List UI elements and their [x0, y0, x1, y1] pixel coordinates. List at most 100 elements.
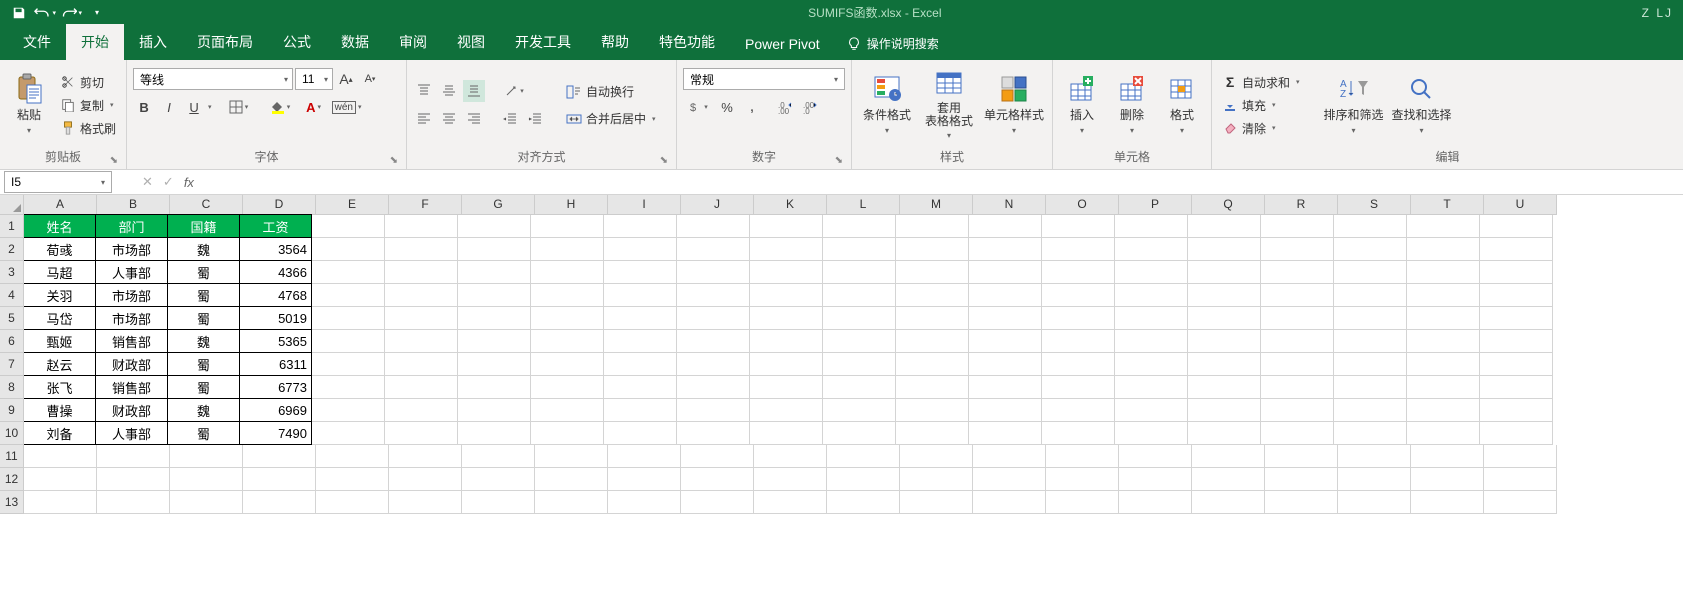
tab-data[interactable]: 数据: [326, 24, 384, 60]
cell[interactable]: 蜀: [167, 375, 240, 399]
cell[interactable]: [823, 330, 896, 353]
increase-font-button[interactable]: A▴: [335, 68, 357, 90]
cell[interactable]: [1115, 353, 1188, 376]
cell[interactable]: [24, 491, 97, 514]
cell[interactable]: [458, 284, 531, 307]
cell[interactable]: [531, 399, 604, 422]
clear-button[interactable]: 清除 ▾: [1218, 118, 1304, 139]
cell[interactable]: [1115, 399, 1188, 422]
cell[interactable]: [969, 353, 1042, 376]
cell[interactable]: [1042, 307, 1115, 330]
row-header[interactable]: 8: [0, 376, 24, 399]
column-header[interactable]: D: [243, 195, 316, 215]
cell[interactable]: [1115, 284, 1188, 307]
cell[interactable]: [316, 468, 389, 491]
cell[interactable]: [458, 215, 531, 238]
cell[interactable]: [1188, 399, 1261, 422]
cell[interactable]: [458, 330, 531, 353]
cell[interactable]: [97, 468, 170, 491]
cell[interactable]: [677, 307, 750, 330]
cell[interactable]: [531, 261, 604, 284]
cell[interactable]: [97, 491, 170, 514]
cell[interactable]: [896, 215, 969, 238]
cell[interactable]: [1334, 215, 1407, 238]
cell[interactable]: [1188, 307, 1261, 330]
cell[interactable]: [896, 261, 969, 284]
cell[interactable]: [1042, 284, 1115, 307]
cell[interactable]: [900, 445, 973, 468]
cell[interactable]: [827, 468, 900, 491]
cell[interactable]: [1046, 468, 1119, 491]
cell[interactable]: 蜀: [167, 283, 240, 307]
cell[interactable]: [750, 399, 823, 422]
cell[interactable]: [316, 491, 389, 514]
cell[interactable]: [389, 468, 462, 491]
cell[interactable]: [677, 422, 750, 445]
tab-help[interactable]: 帮助: [586, 24, 644, 60]
cut-button[interactable]: 剪切: [56, 72, 120, 93]
column-header[interactable]: C: [170, 195, 243, 215]
cell[interactable]: [896, 376, 969, 399]
fill-button[interactable]: 填充 ▾: [1218, 95, 1304, 116]
cell[interactable]: 财政部: [95, 352, 168, 376]
sort-filter-button[interactable]: AZ 排序和筛选▾: [1322, 68, 1386, 143]
cell[interactable]: [1042, 353, 1115, 376]
cell[interactable]: 市场部: [95, 237, 168, 261]
cell[interactable]: 刘备: [24, 421, 96, 445]
cell[interactable]: [1411, 445, 1484, 468]
cell[interactable]: [1192, 491, 1265, 514]
cell[interactable]: [1261, 215, 1334, 238]
select-all-corner[interactable]: [0, 195, 24, 215]
cell[interactable]: [969, 376, 1042, 399]
row-header[interactable]: 12: [0, 468, 24, 491]
row-header[interactable]: 1: [0, 215, 24, 238]
cell[interactable]: [312, 238, 385, 261]
cell[interactable]: [750, 307, 823, 330]
cell[interactable]: 魏: [167, 398, 240, 422]
cell[interactable]: [1188, 215, 1261, 238]
cell[interactable]: [969, 422, 1042, 445]
number-launcher[interactable]: ⬊: [835, 155, 843, 166]
cell[interactable]: [1261, 330, 1334, 353]
cell[interactable]: [462, 491, 535, 514]
cell[interactable]: [604, 238, 677, 261]
cell[interactable]: [531, 284, 604, 307]
cell[interactable]: [750, 261, 823, 284]
orientation-button[interactable]: [499, 80, 529, 102]
cell[interactable]: [823, 261, 896, 284]
cell[interactable]: [1411, 491, 1484, 514]
phonetic-button[interactable]: wén: [332, 96, 362, 118]
cell[interactable]: [458, 422, 531, 445]
enter-formula-button[interactable]: ✓: [163, 174, 174, 190]
tab-page-layout[interactable]: 页面布局: [182, 24, 268, 60]
cell[interactable]: [896, 330, 969, 353]
cell[interactable]: [1480, 422, 1553, 445]
cell[interactable]: [1261, 399, 1334, 422]
cell[interactable]: [462, 445, 535, 468]
cell[interactable]: 人事部: [95, 421, 168, 445]
cell[interactable]: [170, 445, 243, 468]
cell[interactable]: [827, 445, 900, 468]
cell[interactable]: 蜀: [167, 306, 240, 330]
cell[interactable]: [969, 261, 1042, 284]
column-header[interactable]: E: [316, 195, 389, 215]
cell[interactable]: [531, 238, 604, 261]
cell[interactable]: [531, 353, 604, 376]
column-header[interactable]: O: [1046, 195, 1119, 215]
cell[interactable]: [316, 445, 389, 468]
cell[interactable]: [1407, 376, 1480, 399]
cell[interactable]: 人事部: [95, 260, 168, 284]
cancel-formula-button[interactable]: ✕: [142, 174, 153, 190]
align-middle-button[interactable]: [438, 80, 460, 102]
cell[interactable]: 马超: [24, 260, 96, 284]
cell[interactable]: [823, 284, 896, 307]
cell[interactable]: [312, 307, 385, 330]
delete-cells-button[interactable]: 删除▾: [1109, 68, 1155, 143]
cell[interactable]: [973, 468, 1046, 491]
increase-decimal-button[interactable]: .0.00: [775, 96, 797, 118]
cell[interactable]: [750, 330, 823, 353]
column-header[interactable]: S: [1338, 195, 1411, 215]
cell[interactable]: [677, 399, 750, 422]
cell[interactable]: [677, 330, 750, 353]
cell-styles-button[interactable]: 单元格样式▾: [982, 68, 1046, 143]
